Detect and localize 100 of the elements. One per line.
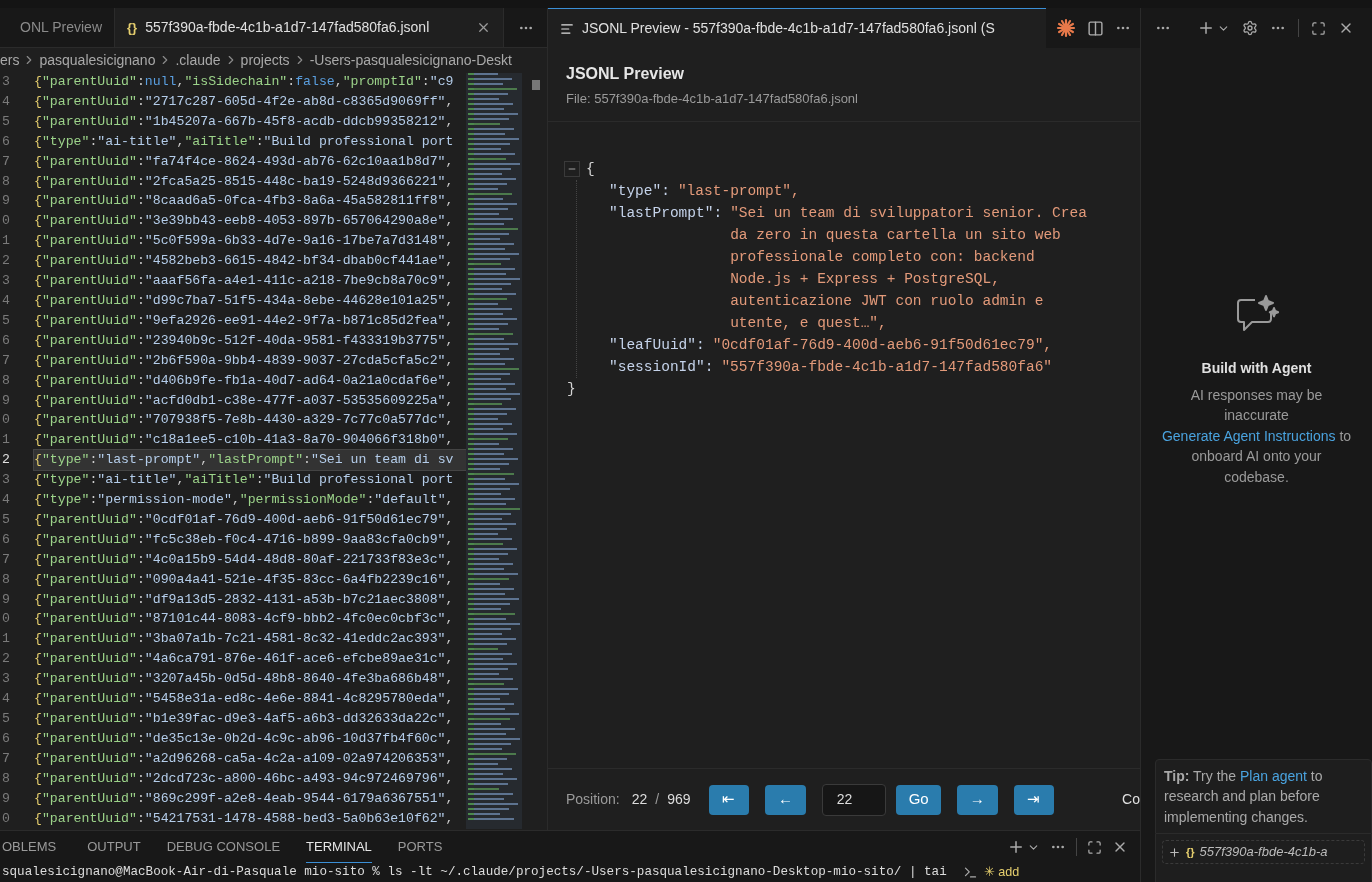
maximize-icon[interactable] (1087, 839, 1102, 855)
line-number: 4 (1, 491, 11, 510)
code-line: {"parentUuid":"4a6ca791-876e-461f-ace6-efcbe89ae31c", (34, 650, 455, 669)
breadcrumb-item[interactable]: .claude (175, 49, 221, 71)
attachment-chip[interactable]: {} 557f390a-fbde-4c1b-a (1162, 840, 1365, 864)
maximize-icon[interactable] (1311, 20, 1326, 36)
panel-tab[interactable]: DEBUG CONSOLE (166, 831, 281, 864)
code-line: {"type":"permission-mode","permissionMode":"default", (34, 491, 455, 510)
code-line: {"parentUuid":"d99c7ba7-51f5-434a-8ebe-44628e101a25", (34, 291, 455, 310)
line-number: 1 (1, 431, 11, 450)
breadcrumb-item[interactable]: pasqualesicignano (39, 49, 156, 71)
line-number: 9 (1, 391, 11, 410)
code-line: {"parentUuid":"2fca5a25-8515-448c-ba19-5248d9366221", (34, 172, 455, 191)
code-line: {"parentUuid":"df9a13d5-2832-4131-a53b-b7c21aec3808", (34, 590, 455, 609)
line-number: 2 (1, 252, 11, 271)
position-input[interactable]: 22 (821, 783, 887, 816)
line-number: 0 (1, 411, 11, 430)
panel-tab[interactable]: TERMINAL (306, 831, 372, 864)
panel-tab[interactable]: OUTPUT (87, 831, 141, 864)
preview-tab[interactable]: JSONL Preview - 557f390a-fbde-4c1b-a1d7-147fad580fa6.jsonl (S (548, 8, 1046, 48)
braces-icon: {} (127, 17, 138, 38)
line-number: 1 (1, 232, 11, 251)
line-number: 7 (1, 749, 11, 768)
collapse-toggle[interactable] (564, 160, 580, 177)
scrollbar-thumb[interactable] (531, 80, 540, 90)
next-button[interactable]: → (956, 784, 998, 815)
agent-note: AI responses may be inaccurate (1189, 385, 1324, 425)
code-line: {"parentUuid":"2dcd723c-a800-46bc-a493-94c972469796", (34, 769, 455, 788)
json-value: "last-prompt", (677, 181, 801, 201)
close-icon[interactable] (476, 20, 491, 35)
line-number: 0 (1, 809, 11, 828)
code-line: {"parentUuid":"d406b9fe-fb1a-40d7-ad64-0a21a0cdaf6e", (34, 371, 455, 390)
panel-tab[interactable]: OBLEMS (2, 831, 57, 864)
code-line: {"parentUuid":"acfd0db1-c38e-477f-a037-53535609225a", (34, 391, 455, 410)
line-number: 2 (1, 650, 11, 669)
line-number: 7 (1, 550, 11, 569)
json-key: "lastPrompt": (609, 201, 723, 334)
go-button[interactable]: Go (896, 784, 941, 815)
line-number: 0 (1, 610, 11, 629)
code-line: {"parentUuid":"090a4a41-521e-4f35-83cc-6a4fb2239c16", (34, 570, 455, 589)
code-line: {"parentUuid":"3207a45b-0d5d-48b8-8640-4fe3ba686b48", (34, 670, 455, 689)
code-line: {"parentUuid":"aaaf56fa-a4e1-411c-a218-7be9cb8a70c9", (34, 272, 455, 291)
last-button[interactable]: ⇥ (1013, 784, 1055, 815)
code-line: {"type":"ai-title","aiTitle":"Build professional port (34, 132, 455, 151)
line-number: 7 (1, 152, 11, 171)
code-line: {"parentUuid":"3e39bb43-eeb8-4053-897b-657064290a8e", (34, 212, 455, 231)
position-separator: / (655, 790, 660, 809)
settings-icon[interactable] (1242, 20, 1258, 36)
split-editor-icon[interactable] (1086, 19, 1104, 37)
preview-title: JSONL Preview (566, 64, 685, 84)
position-current: 22 (631, 790, 648, 809)
breadcrumb-item[interactable]: -Users-pasqualesicignano-Deskt (309, 49, 512, 71)
braces-icon: {} (1186, 843, 1195, 861)
panel-tab[interactable]: PORTS (397, 831, 443, 864)
line-number: 0 (1, 212, 11, 231)
line-number: 7 (1, 351, 11, 370)
agent-instructions: Generate Agent Instructions to onboard AI onto your codebase. (1161, 426, 1352, 487)
line-number: 8 (1, 371, 11, 390)
generate-instructions-link[interactable]: Generate Agent Instructions (1161, 427, 1336, 444)
json-key: "sessionId": (609, 355, 714, 378)
line-number: 3 (1, 471, 11, 490)
editor-tab[interactable]: {} 557f390a-fbde-4c1b-a1d7-147fad580fa6.jsonl (115, 8, 504, 47)
line-number: 5 (1, 510, 11, 529)
terminal-icon (962, 865, 978, 881)
code-line: {"parentUuid":"5458e31a-ed8c-4e6e-8841-4c8295780eda", (34, 690, 455, 709)
breadcrumb-item[interactable]: projects (240, 49, 290, 71)
line-number: 9 (1, 192, 11, 211)
line-number: 8 (1, 172, 11, 191)
code-line: {"parentUuid":"87101c44-8083-4cf9-bbb2-4fc0ec0cbf3c", (34, 610, 455, 629)
code-line: {"parentUuid":"2717c287-605d-4f2e-ab8d-c8365d9069ff", (34, 92, 455, 111)
json-key: "type": (609, 179, 670, 202)
json-key: "leafUuid": (609, 333, 705, 356)
code-line: {"parentUuid":"4582beb3-6615-4842-bf34-dbab0cf441ae", (34, 252, 455, 271)
json-value: "Sei un team di sviluppatori senior. Crea da zero in questa cartella un sito web professionale completo con: backend Node.js + Express + PostgreSQL, autenticazione JWT con ruolo admin e utente, e quest…", (730, 203, 1088, 333)
previous-button[interactable]: ← (765, 784, 806, 815)
terminal-tab-label[interactable]: ✳ add (983, 863, 1020, 882)
plan-agent-link[interactable]: Plan agent (1240, 767, 1307, 784)
line-number: 3 (1, 272, 11, 291)
line-number: 2 (1, 451, 11, 470)
line-number: 6 (1, 729, 11, 748)
code-line: {"parentUuid":"3ba07a1b-7c21-4581-8c32-41eddc2ac393", (34, 630, 455, 649)
first-button[interactable]: ⇤ (708, 784, 750, 815)
line-number: 5 (1, 710, 11, 728)
line-number: 5 (1, 311, 11, 330)
agent-title: Build with Agent (1201, 359, 1312, 378)
code-line: {"parentUuid":"9efa2926-ee91-44e2-9f7a-b871c85d2fea", (34, 311, 455, 330)
line-number: 5 (1, 112, 11, 131)
line-number: 4 (1, 690, 11, 709)
code-line: {"parentUuid":"869c299f-a2e8-4eab-9544-6179a6367551", (34, 789, 455, 808)
json-value: "557f390a-fbde-4c1b-a1d7-147fad580fa6" (721, 357, 1054, 377)
code-line: {"parentUuid":"23940b9c-512f-40da-9581-f433319b3775", (34, 331, 455, 350)
position-label: Position: (566, 790, 620, 809)
line-number: 1 (1, 630, 11, 649)
code-line: {"parentUuid":"0cdf01af-76d9-400d-aeb6-91f50d61ec79", (34, 510, 455, 529)
new-chat-icon[interactable] (1197, 19, 1215, 37)
code-line: {"parentUuid":"54217531-1478-4588-bed3-5a0b63e10f62", (34, 809, 455, 828)
code-line: {"parentUuid":"de35c13e-0b2d-4c9c-ab96-10d37fb4f60c", (34, 729, 455, 748)
line-number: 6 (1, 132, 11, 151)
breadcrumb-item[interactable]: ers (0, 49, 20, 71)
code-line: {"type":"ai-title","aiTitle":"Build professional port (34, 471, 455, 490)
